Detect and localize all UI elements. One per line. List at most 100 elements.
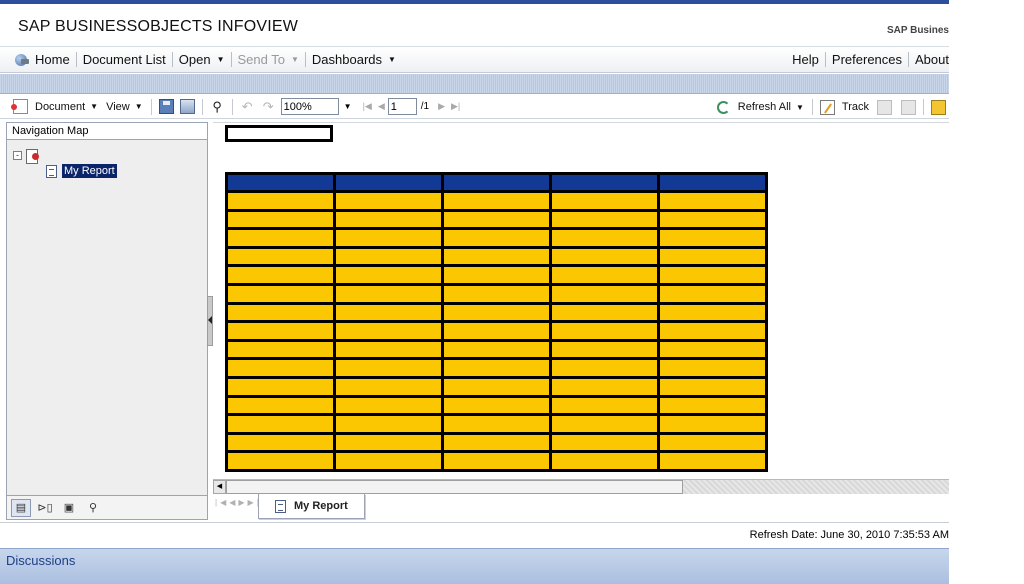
table-cell[interactable] bbox=[441, 450, 552, 472]
table-cell[interactable] bbox=[549, 357, 660, 379]
table-cell[interactable] bbox=[333, 431, 444, 454]
table-header-cell[interactable] bbox=[441, 172, 552, 193]
table-cell[interactable] bbox=[225, 227, 336, 249]
table-cell[interactable] bbox=[657, 283, 768, 305]
table-cell[interactable] bbox=[333, 394, 444, 417]
table-cell[interactable] bbox=[441, 190, 552, 212]
redo-icon[interactable]: ↷ bbox=[261, 99, 276, 114]
home-link[interactable]: Home bbox=[8, 52, 76, 67]
table-cell[interactable] bbox=[549, 431, 660, 454]
table-cell[interactable] bbox=[549, 208, 660, 231]
table-cell[interactable] bbox=[333, 338, 444, 361]
zoom-dropdown-icon[interactable]: ▼ bbox=[344, 102, 352, 111]
table-cell[interactable] bbox=[657, 375, 768, 398]
table-cell[interactable] bbox=[225, 190, 336, 212]
open-menu[interactable]: Open ▼ bbox=[173, 52, 231, 67]
first-page-icon[interactable]: |◀ bbox=[363, 101, 372, 112]
tab-navigation-arrows[interactable]: |◀◀▶▶| bbox=[215, 498, 262, 507]
undo-icon[interactable]: ↶ bbox=[240, 99, 255, 114]
show-changes-icon[interactable] bbox=[877, 99, 892, 115]
table-cell[interactable] bbox=[657, 264, 768, 286]
table-cell[interactable] bbox=[549, 283, 660, 305]
table-cell[interactable] bbox=[333, 413, 444, 435]
table-cell[interactable] bbox=[549, 450, 660, 472]
report-table[interactable] bbox=[225, 172, 768, 472]
input-controls-icon[interactable]: ▣ bbox=[59, 499, 79, 517]
tree-root[interactable]: - bbox=[13, 147, 117, 164]
table-cell[interactable] bbox=[225, 375, 336, 398]
search-icon[interactable]: ⚲ bbox=[83, 499, 103, 517]
table-cell[interactable] bbox=[549, 227, 660, 249]
collapse-icon[interactable]: - bbox=[13, 150, 22, 160]
page-number-input[interactable] bbox=[387, 98, 417, 115]
zoom-input[interactable] bbox=[280, 98, 339, 115]
table-cell[interactable] bbox=[549, 190, 660, 212]
dashboards-menu[interactable]: Dashboards ▼ bbox=[306, 52, 402, 67]
save-icon[interactable] bbox=[158, 99, 174, 114]
preferences-link[interactable]: Preferences bbox=[826, 52, 908, 67]
document-menu[interactable]: Document ▼ bbox=[10, 99, 102, 114]
about-link[interactable]: About bbox=[909, 52, 949, 67]
table-cell[interactable] bbox=[441, 208, 552, 231]
horizontal-scrollbar[interactable]: ◀ bbox=[213, 479, 949, 494]
previous-page-icon[interactable]: ◀ bbox=[378, 101, 385, 112]
filter-icon[interactable]: ⊳▯ bbox=[35, 499, 55, 517]
table-cell[interactable] bbox=[225, 320, 336, 342]
table-cell[interactable] bbox=[441, 245, 552, 268]
table-cell[interactable] bbox=[657, 245, 768, 268]
table-cell[interactable] bbox=[441, 227, 552, 249]
scroll-left-icon[interactable]: ◀ bbox=[213, 480, 226, 494]
table-cell[interactable] bbox=[333, 301, 444, 324]
table-cell[interactable] bbox=[549, 413, 660, 435]
table-cell[interactable] bbox=[333, 320, 444, 342]
table-cell[interactable] bbox=[333, 190, 444, 212]
table-cell[interactable] bbox=[441, 320, 552, 342]
table-cell[interactable] bbox=[657, 431, 768, 454]
table-cell[interactable] bbox=[333, 357, 444, 379]
table-cell[interactable] bbox=[333, 245, 444, 268]
table-cell[interactable] bbox=[657, 357, 768, 379]
send-to-menu[interactable]: Send To ▼ bbox=[232, 52, 305, 67]
table-cell[interactable] bbox=[225, 357, 336, 379]
table-cell[interactable] bbox=[441, 301, 552, 324]
table-cell[interactable] bbox=[441, 283, 552, 305]
report-title-cell[interactable] bbox=[225, 125, 333, 142]
table-cell[interactable] bbox=[333, 450, 444, 472]
document-list-link[interactable]: Document List bbox=[77, 52, 172, 67]
table-cell[interactable] bbox=[333, 283, 444, 305]
table-cell[interactable] bbox=[657, 413, 768, 435]
table-cell[interactable] bbox=[549, 301, 660, 324]
export-icon[interactable] bbox=[179, 99, 195, 114]
find-icon[interactable]: ⚲ bbox=[210, 99, 225, 114]
table-cell[interactable] bbox=[549, 375, 660, 398]
next-page-icon[interactable]: ▶ bbox=[438, 101, 445, 112]
last-page-icon[interactable]: ▶| bbox=[451, 101, 460, 112]
table-cell[interactable] bbox=[549, 338, 660, 361]
view-menu[interactable]: View ▼ bbox=[102, 101, 147, 113]
table-cell[interactable] bbox=[225, 283, 336, 305]
table-cell[interactable] bbox=[441, 375, 552, 398]
table-cell[interactable] bbox=[657, 208, 768, 231]
table-cell[interactable] bbox=[657, 301, 768, 324]
table-cell[interactable] bbox=[225, 450, 336, 472]
table-cell[interactable] bbox=[225, 394, 336, 417]
table-cell[interactable] bbox=[225, 264, 336, 286]
table-header-cell[interactable] bbox=[333, 172, 444, 193]
table-header-cell[interactable] bbox=[549, 172, 660, 193]
table-cell[interactable] bbox=[441, 357, 552, 379]
navigation-map-icon[interactable]: ▤ bbox=[11, 498, 31, 517]
table-cell[interactable] bbox=[549, 320, 660, 342]
tree-item-my-report[interactable]: My Report bbox=[46, 163, 117, 179]
table-cell[interactable] bbox=[225, 338, 336, 361]
table-cell[interactable] bbox=[657, 394, 768, 417]
table-cell[interactable] bbox=[657, 320, 768, 342]
table-cell[interactable] bbox=[657, 450, 768, 472]
table-header-cell[interactable] bbox=[225, 172, 336, 193]
tab-my-report[interactable]: My Report bbox=[258, 494, 365, 519]
table-cell[interactable] bbox=[225, 413, 336, 435]
table-cell[interactable] bbox=[657, 227, 768, 249]
table-cell[interactable] bbox=[333, 208, 444, 231]
table-cell[interactable] bbox=[441, 264, 552, 286]
track-button[interactable]: Track bbox=[817, 99, 869, 115]
table-cell[interactable] bbox=[225, 245, 336, 268]
